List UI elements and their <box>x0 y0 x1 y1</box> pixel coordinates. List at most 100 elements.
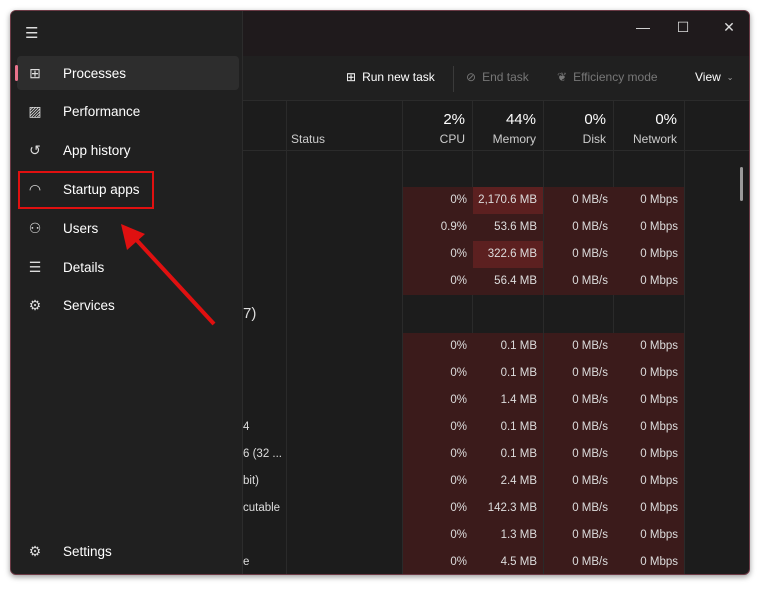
end-task-label: End task <box>482 70 529 84</box>
network-percent: 0% <box>655 111 677 128</box>
red-arrow-annotation <box>121 224 216 326</box>
disk-cell: 0 MB/s <box>544 495 614 522</box>
close-button[interactable]: ✕ <box>709 15 749 39</box>
sidebar-item-label: Services <box>63 298 115 314</box>
cpu-cell: 0% <box>403 241 473 268</box>
sidebar-item-label: App history <box>63 143 131 159</box>
memory-cell: 0.1 MB <box>473 441 543 468</box>
network-cell: 0 Mbps <box>614 214 684 241</box>
disk-cell: 0 MB/s <box>544 187 614 214</box>
view-dropdown[interactable]: View ⌄ <box>695 70 734 84</box>
efficiency-mode-button[interactable]: ❦ Efficiency mode <box>557 70 658 84</box>
sidebar-item-label: Processes <box>63 65 127 81</box>
cpu-percent: 2% <box>443 111 465 128</box>
leaf-icon: ❦ <box>557 70 568 84</box>
network-cell: 0 Mbps <box>614 414 684 441</box>
network-cell: 0 Mbps <box>614 268 684 295</box>
disk-cell: 0 MB/s <box>544 214 614 241</box>
cpu-cell: 0% <box>403 549 473 574</box>
minimize-button[interactable]: — <box>623 15 663 39</box>
memory-cell: 1.4 MB <box>473 387 543 414</box>
cpu-cell: 0% <box>403 387 473 414</box>
network-column-header[interactable]: Network <box>633 132 677 146</box>
memory-cell: 53.6 MB <box>473 214 543 241</box>
scrollbar[interactable] <box>740 167 743 201</box>
disk-cell: 0 MB/s <box>544 387 614 414</box>
memory-cell: 0.1 MB <box>473 360 543 387</box>
process-name: e <box>243 556 250 568</box>
process-name: cutable <box>243 502 281 514</box>
network-cell: 0 Mbps <box>614 387 684 414</box>
chevron-down-icon: ⌄ <box>726 72 734 82</box>
sidebar-item-label: Users <box>63 220 99 236</box>
view-label: View <box>695 70 721 84</box>
disk-cell: 0 MB/s <box>544 522 614 549</box>
details-icon: ☰ <box>28 258 42 275</box>
memory-cell: 0.1 MB <box>473 414 543 441</box>
process-name: bit) <box>243 475 259 487</box>
network-cell: 0 Mbps <box>614 241 684 268</box>
efficiency-mode-label: Efficiency mode <box>573 70 658 84</box>
cpu-cell: 0% <box>403 268 473 295</box>
cpu-cell: 0% <box>403 414 473 441</box>
memory-cell: 56.4 MB <box>473 268 543 295</box>
sidebar-item-performance[interactable]: ▨ Performance <box>17 95 239 129</box>
sidebar-item-label: Settings <box>63 543 112 559</box>
disk-cell: 0 MB/s <box>544 414 614 441</box>
disk-cell: 0 MB/s <box>544 441 614 468</box>
sidebar-item-label: Performance <box>63 104 141 120</box>
sidebar-item-app-history[interactable]: ↺ App history <box>17 134 239 168</box>
performance-icon: ▨ <box>28 103 42 120</box>
disk-cell: 0 MB/s <box>544 333 614 360</box>
memory-cell: 4.5 MB <box>473 549 543 574</box>
disk-cell: 0 MB/s <box>544 549 614 574</box>
memory-column-header[interactable]: Memory <box>493 132 536 146</box>
network-cell: 0 Mbps <box>614 187 684 214</box>
end-task-icon: ⊘ <box>466 70 477 84</box>
network-cell: 0 Mbps <box>614 360 684 387</box>
sidebar-item-processes[interactable]: ⊞ Processes <box>15 56 239 90</box>
disk-cell: 0 MB/s <box>544 268 614 295</box>
menu-icon[interactable]: ☰ <box>25 24 38 42</box>
group-header-count: 7) <box>243 305 257 322</box>
maximize-button[interactable]: ☐ <box>663 15 703 39</box>
disk-cell: 0 MB/s <box>544 360 614 387</box>
memory-cell: 2,170.6 MB <box>473 187 543 214</box>
network-cell: 0 Mbps <box>614 522 684 549</box>
network-cell: 0 Mbps <box>614 441 684 468</box>
cpu-cell: 0% <box>403 468 473 495</box>
disk-percent: 0% <box>584 111 606 128</box>
users-icon: ⚇ <box>28 219 42 236</box>
network-cell: 0 Mbps <box>614 495 684 522</box>
cpu-cell: 0% <box>403 187 473 214</box>
task-manager-window: — ☐ ✕ ⊞ Run new task ⊘ End task ❦ Efficienc… <box>10 10 750 575</box>
services-icon: ⚙ <box>28 297 42 314</box>
run-new-task-button[interactable]: ⊞ Run new task <box>346 70 435 84</box>
cpu-cell: 0% <box>403 522 473 549</box>
processes-icon: ⊞ <box>29 64 41 81</box>
disk-cell: 0 MB/s <box>544 468 614 495</box>
cpu-column-header[interactable]: CPU <box>440 132 465 146</box>
cpu-cell: 0% <box>403 360 473 387</box>
status-column-header[interactable]: Status <box>291 132 325 146</box>
history-icon: ↺ <box>29 142 41 159</box>
sidebar-item-label: Details <box>63 259 105 275</box>
sidebar-item-settings[interactable]: ⚙ Settings <box>17 534 239 568</box>
memory-cell: 142.3 MB <box>473 495 543 522</box>
memory-cell: 2.4 MB <box>473 468 543 495</box>
run-task-icon: ⊞ <box>346 70 357 84</box>
network-cell: 0 Mbps <box>614 549 684 574</box>
network-cell: 0 Mbps <box>614 333 684 360</box>
cpu-cell: 0% <box>403 333 473 360</box>
gear-icon: ⚙ <box>28 542 42 559</box>
memory-percent: 44% <box>505 111 536 128</box>
disk-column-header[interactable]: Disk <box>583 132 606 146</box>
network-cell: 0 Mbps <box>614 468 684 495</box>
run-new-task-label: Run new task <box>362 70 435 84</box>
cpu-cell: 0.9% <box>403 214 473 241</box>
toolbar-divider <box>453 66 454 92</box>
highlight-box <box>18 171 154 209</box>
disk-cell: 0 MB/s <box>544 241 614 268</box>
memory-cell: 0.1 MB <box>473 333 543 360</box>
end-task-button[interactable]: ⊘ End task <box>466 70 529 84</box>
